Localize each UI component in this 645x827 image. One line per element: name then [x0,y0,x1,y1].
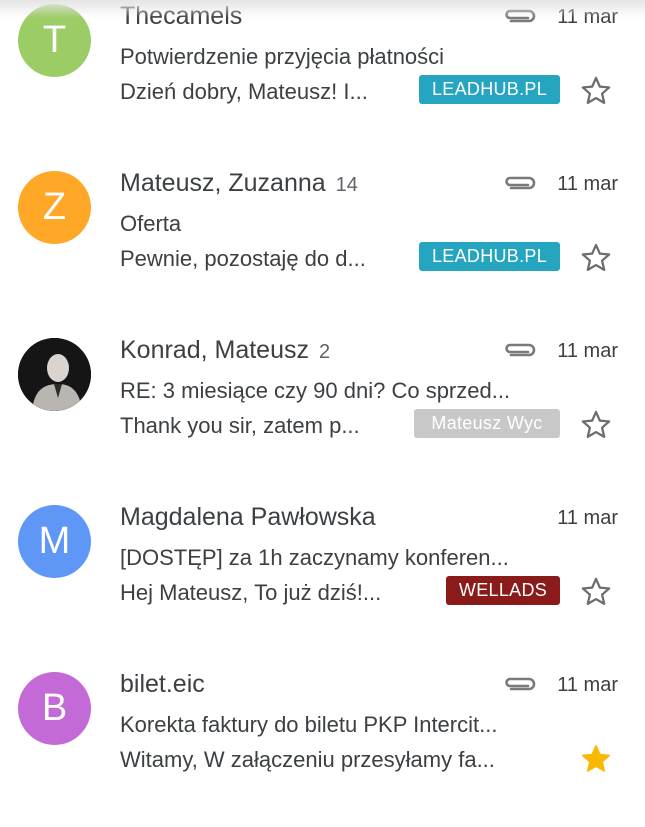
avatar[interactable]: B [18,672,91,745]
avatar-letter: M [38,520,71,562]
email-snippet: Thank you sir, zatem p... [120,413,360,438]
email-date: 11 mar [557,173,618,195]
sender-name: Konrad, Mateusz 2 [120,336,330,365]
email-subject: [DOSTĘP] za 1h zaczynamy konferen... [120,545,509,570]
email-snippet: Witamy, W załączeniu przesyłamy fa... [120,747,495,772]
sender-name: Mateusz, Zuzanna 14 [120,169,358,198]
email-subject: Potwierdzenie przyjęcia płatności [120,44,445,69]
star-outline-icon[interactable] [579,575,613,609]
email-row[interactable]: M Magdalena Pawłowska 11 mar [DOSTĘP] za… [0,493,645,660]
email-snippet: Pewnie, pozostaję do d... [120,246,366,271]
attachment-icon [505,176,536,190]
thread-count: 2 [319,341,331,363]
sender-text: Konrad, Mateusz [120,336,309,364]
sender-text: Thecamels [120,2,243,30]
sender-text: Mateusz, Zuzanna [120,169,326,197]
avatar-letter: B [41,687,68,729]
email-row[interactable]: B bilet.eic 11 mar Korekta faktury do bi… [0,660,645,827]
email-row[interactable]: Konrad, Mateusz 2 11 mar RE: 3 miesiące c… [0,326,645,493]
person-photo-icon [18,338,91,411]
avatar-letter: T [42,19,67,61]
email-label: LEADHUB.PL [419,75,560,104]
email-subject: RE: 3 miesiące czy 90 dni? Co sprzed... [120,378,511,403]
email-label: Mateusz Wyc [414,409,560,438]
avatar-photo[interactable] [18,338,91,411]
email-row[interactable]: T Thecamels 11 mar Potwierdzenie przyjęc… [0,0,645,159]
email-date: 11 mar [557,340,618,362]
email-row[interactable]: Z Mateusz, Zuzanna 14 11 mar Oferta Pewni… [0,159,645,326]
sender-name: Magdalena Pawłowska [120,503,376,532]
sender-text: Magdalena Pawłowska [120,503,376,531]
star-outline-icon[interactable] [579,241,613,275]
sender-name: bilet.eic [120,670,205,699]
email-snippet: Dzień dobry, Mateusz! I... [120,79,368,104]
avatar[interactable]: Z [18,171,91,244]
thread-count: 14 [335,174,358,196]
sender-text: bilet.eic [120,670,205,698]
email-label: LEADHUB.PL [419,242,560,271]
star-filled-icon[interactable] [579,742,613,776]
email-date: 11 mar [557,6,618,28]
sender-name: Thecamels [120,2,242,31]
email-date: 11 mar [557,507,618,529]
email-list[interactable]: T Thecamels 11 mar Potwierdzenie przyjęc… [0,0,645,827]
attachment-icon [505,9,536,23]
email-subject: Oferta [120,211,182,236]
star-outline-icon[interactable] [579,408,613,442]
email-label: WELLADS [446,576,560,605]
email-subject: Korekta faktury do biletu PKP Intercit..… [120,712,498,737]
avatar[interactable]: M [18,505,91,578]
star-outline-icon[interactable] [579,74,613,108]
avatar[interactable]: T [18,4,91,77]
avatar-letter: Z [42,186,67,228]
attachment-icon [505,343,536,357]
email-snippet: Hej Mateusz, To już dziś!... [120,580,382,605]
email-date: 11 mar [557,674,618,696]
attachment-icon [505,677,536,691]
